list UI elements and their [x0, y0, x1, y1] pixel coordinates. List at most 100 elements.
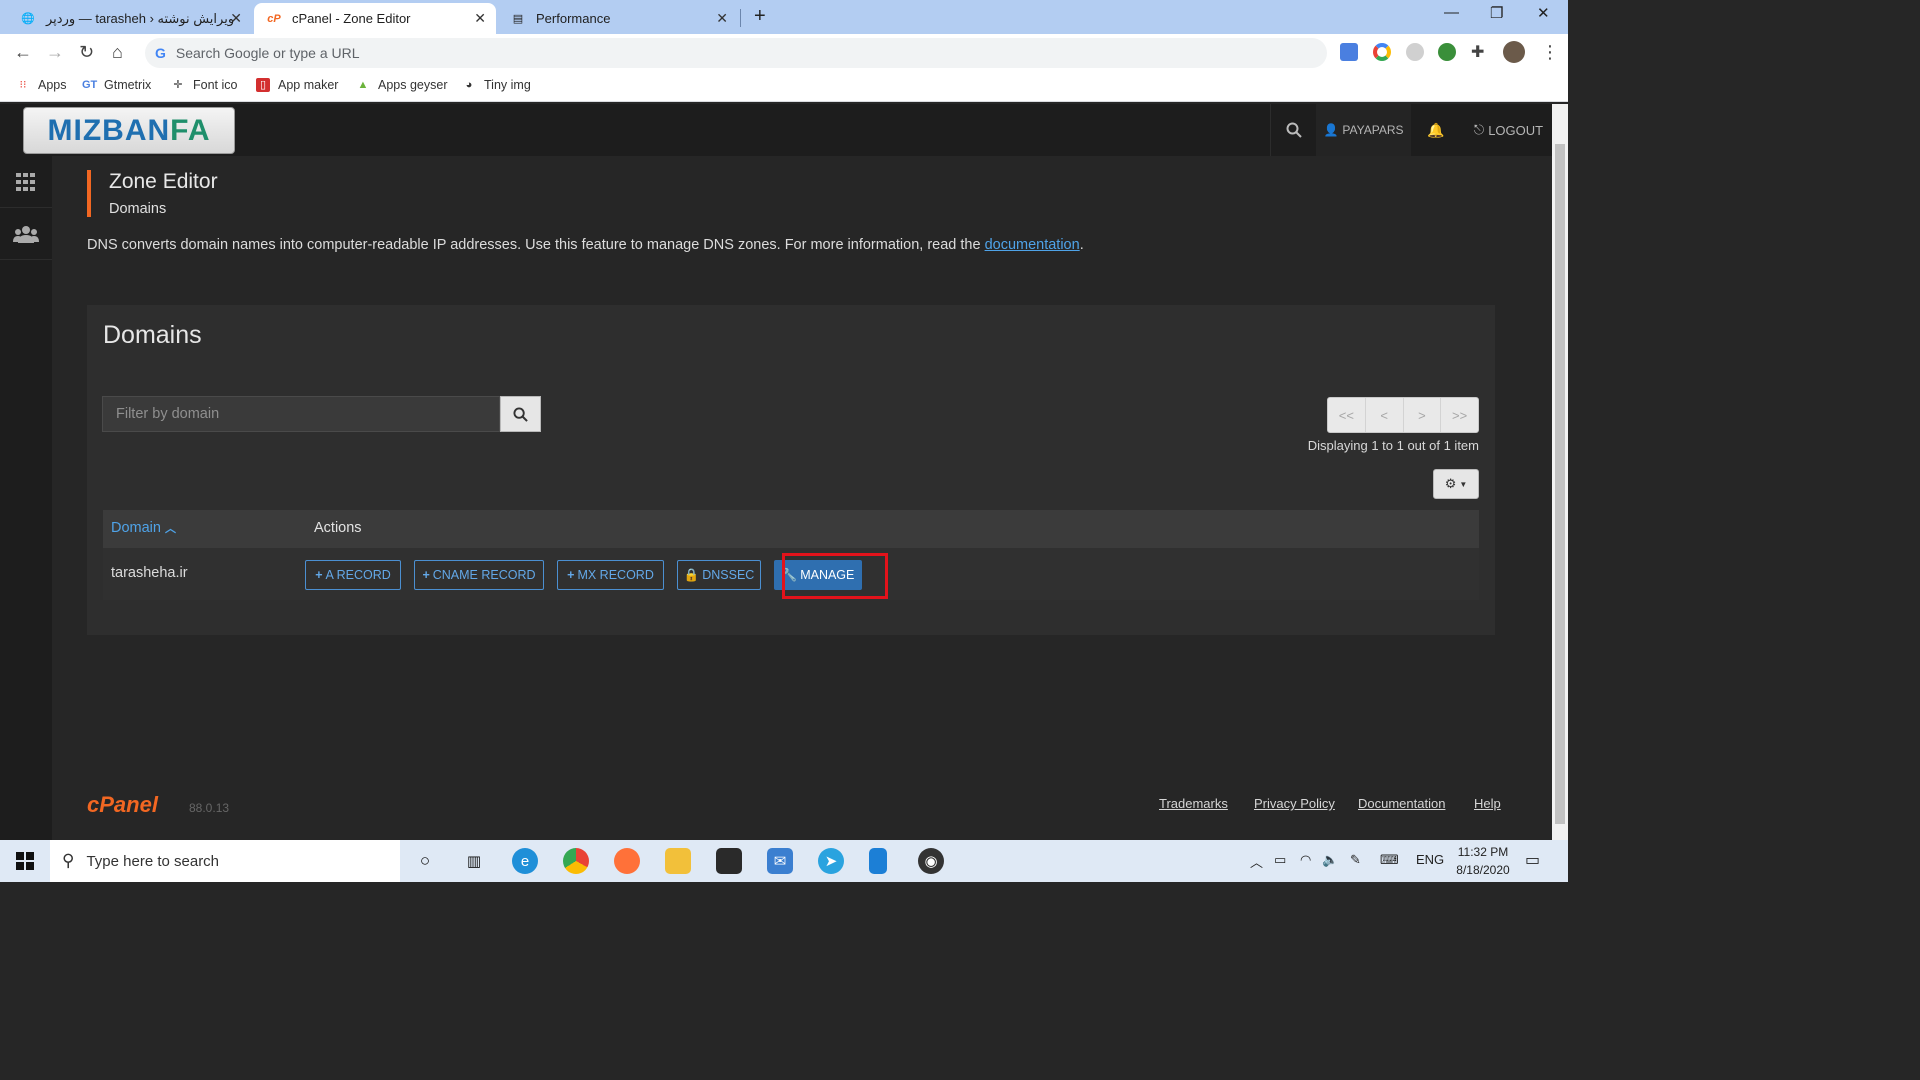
cortana-icon[interactable]: ○: [412, 848, 438, 874]
documentation-link[interactable]: documentation: [985, 237, 1080, 253]
minimize-icon[interactable]: —: [1444, 4, 1459, 21]
users-icon: [13, 225, 39, 243]
maximize-icon[interactable]: ❐: [1490, 4, 1503, 22]
tab-separator: [740, 9, 741, 27]
app-maker-icon: ▯: [256, 78, 270, 92]
panda-icon: ◕: [465, 79, 473, 91]
taskbar-clock[interactable]: 11:32 PM 8/18/2020: [1448, 843, 1518, 879]
mouse-extension-icon[interactable]: [1406, 43, 1424, 61]
panel-title: Domains: [103, 321, 202, 349]
bookmark-font-ico[interactable]: ✛ Font ico: [171, 78, 237, 92]
filter-domain-input[interactable]: Filter by domain: [102, 396, 500, 432]
settings-dropdown-button[interactable]: ⚙ ▼: [1433, 469, 1479, 499]
bookmarks-bar: ⁝⁝ Apps GT Gtmetrix ✛ Font ico ▯ App mak…: [0, 72, 1568, 102]
clock-date: 8/18/2020: [1456, 863, 1510, 877]
gear-icon: ⚙: [1444, 476, 1457, 491]
plus-icon: +: [567, 568, 575, 582]
mx-record-button[interactable]: + MX RECORD: [557, 560, 664, 590]
close-icon[interactable]: ✕: [716, 10, 728, 27]
edge-icon[interactable]: e: [512, 848, 538, 874]
last-page-button[interactable]: >>: [1441, 398, 1478, 432]
file-explorer-icon[interactable]: [665, 848, 691, 874]
forward-icon[interactable]: →: [46, 42, 64, 63]
sidebar-item-home[interactable]: [0, 156, 52, 208]
mail-icon[interactable]: ✉: [767, 848, 793, 874]
notification-icon[interactable]: ▭: [1525, 850, 1540, 870]
telegram-icon[interactable]: ➤: [818, 848, 844, 874]
tab-title: ویرایش نوشته ‹ tarasheh — وردپر: [46, 10, 235, 26]
screen: 🌐 ویرایش نوشته ‹ tarasheh — وردپر ✕ cP c…: [0, 0, 1568, 882]
domain-sort-header[interactable]: Domain ︿: [111, 520, 176, 536]
prev-page-button[interactable]: <: [1366, 398, 1404, 432]
profile-avatar[interactable]: [1503, 41, 1525, 63]
footer-help-link[interactable]: Help: [1474, 796, 1501, 811]
translate-extension-icon[interactable]: [1340, 43, 1358, 61]
tab-wordpress[interactable]: 🌐 ویرایش نوشته ‹ tarasheh — وردپر ✕: [8, 3, 252, 34]
bookmark-label: App maker: [278, 78, 339, 92]
first-page-button[interactable]: <<: [1328, 398, 1366, 432]
logo-text-part2: FA: [170, 113, 211, 147]
filter-placeholder: Filter by domain: [116, 406, 220, 422]
chrome-icon[interactable]: [563, 848, 589, 874]
pagination: << < > >>: [1327, 397, 1479, 433]
language-indicator[interactable]: ENG: [1416, 852, 1444, 867]
user-menu[interactable]: 👤 PAYAPARS: [1316, 104, 1411, 156]
keyboard-icon[interactable]: ⌨: [1380, 852, 1399, 868]
scrollbar-thumb[interactable]: [1555, 144, 1565, 824]
bell-icon[interactable]: 🔔: [1411, 104, 1461, 156]
bookmark-apps-geyser[interactable]: ▲ Apps geyser: [356, 78, 448, 92]
bookmark-gtmetrix[interactable]: GT Gtmetrix: [82, 78, 151, 92]
firefox-icon[interactable]: [614, 848, 640, 874]
a-record-button[interactable]: + A RECORD: [305, 560, 401, 590]
filter-search-button[interactable]: [500, 396, 541, 432]
mx-record-label: MX RECORD: [577, 568, 654, 582]
bookmark-app-maker[interactable]: ▯ App maker: [256, 78, 338, 92]
sidebar-item-users[interactable]: [0, 208, 52, 260]
bookmark-label: Gtmetrix: [104, 78, 152, 92]
cpanel-sidebar: [0, 156, 52, 840]
page-scrollbar[interactable]: [1552, 104, 1568, 840]
windows-start-icon[interactable]: [0, 840, 50, 882]
menu-icon[interactable]: ⋮: [1541, 42, 1559, 63]
table-header: Domain ︿ Actions: [103, 510, 1479, 548]
store-icon[interactable]: [716, 848, 742, 874]
puzzle-icon[interactable]: ✚: [1471, 42, 1484, 62]
dnssec-button[interactable]: 🔒 DNSSEC: [677, 560, 761, 590]
home-icon[interactable]: ⌂: [112, 42, 123, 63]
globe-extension-icon[interactable]: [1438, 43, 1456, 61]
pen-icon[interactable]: ✎: [1350, 852, 1361, 868]
bookmark-apps[interactable]: ⁝⁝ Apps: [16, 78, 67, 92]
next-page-button[interactable]: >: [1404, 398, 1442, 432]
tab-cpanel[interactable]: cP cPanel - Zone Editor ✕: [254, 3, 496, 34]
new-tab-button[interactable]: +: [754, 5, 766, 28]
volume-icon[interactable]: 🔈: [1322, 852, 1338, 868]
domains-panel: Domains Filter by domain << < > >> Displ…: [87, 305, 1495, 635]
bookmark-label: Font ico: [193, 78, 238, 92]
cname-record-button[interactable]: + CNAME RECORD: [414, 560, 544, 590]
wifi-icon[interactable]: ◠: [1300, 852, 1311, 868]
taskbar-search-box[interactable]: ⚲ Type here to search: [50, 840, 400, 882]
tab-performance[interactable]: ▤ Performance ✕: [498, 3, 738, 34]
phone-app-icon[interactable]: [869, 848, 887, 874]
task-view-icon[interactable]: ▥: [461, 848, 487, 874]
back-icon[interactable]: ←: [14, 42, 32, 63]
close-window-icon[interactable]: ✕: [1537, 4, 1550, 22]
tab-title: cPanel - Zone Editor: [292, 11, 411, 26]
tray-chevron-icon[interactable]: ︿: [1250, 852, 1263, 871]
cname-record-label: CNAME RECORD: [432, 568, 536, 582]
footer-documentation-link[interactable]: Documentation: [1358, 796, 1445, 811]
color-extension-icon[interactable]: [1373, 43, 1391, 61]
footer-privacy-link[interactable]: Privacy Policy: [1254, 796, 1335, 811]
close-icon[interactable]: ✕: [474, 10, 486, 27]
header-search-icon[interactable]: [1270, 104, 1316, 156]
media-app-icon[interactable]: ◉: [918, 848, 944, 874]
reload-icon[interactable]: ↻: [79, 42, 94, 63]
bookmark-tiny-img[interactable]: ◕ Tiny img: [462, 78, 531, 92]
battery-icon[interactable]: ▭: [1274, 852, 1286, 868]
address-bar[interactable]: G Search Google or type a URL: [145, 38, 1327, 68]
close-icon[interactable]: ✕: [230, 10, 242, 27]
footer-trademarks-link[interactable]: Trademarks: [1159, 796, 1228, 811]
cpanel-version: 88.0.13: [189, 801, 230, 815]
logout-button[interactable]: ⎋ LOGOUT: [1465, 104, 1552, 156]
mizbanfa-logo[interactable]: MIZBANFA: [23, 107, 235, 154]
